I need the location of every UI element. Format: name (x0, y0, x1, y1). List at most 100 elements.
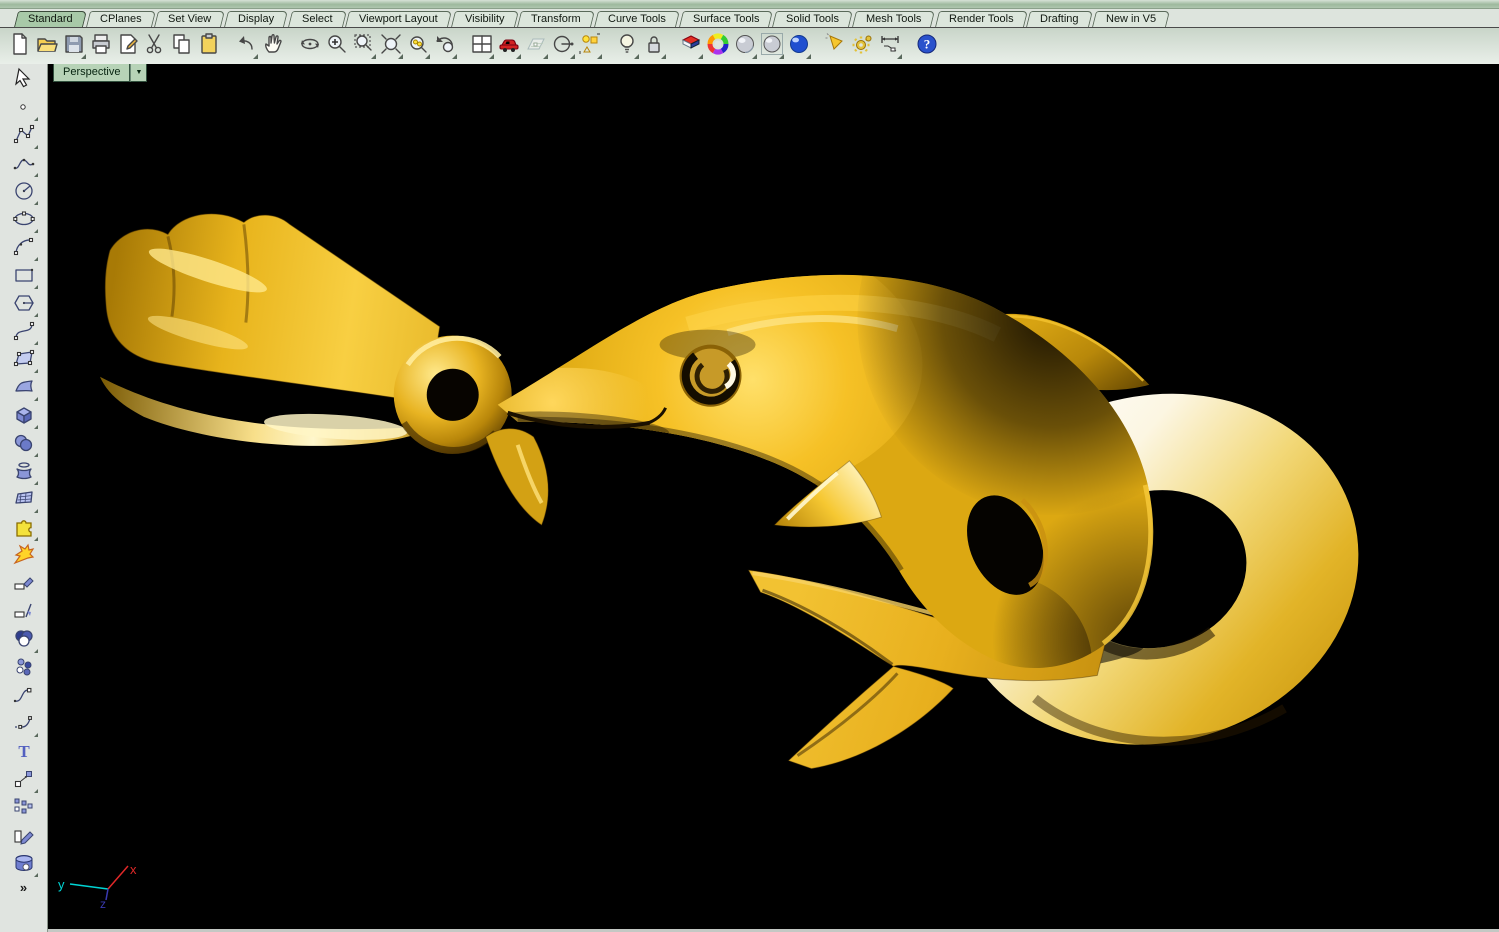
move-tool-button[interactable] (8, 767, 40, 795)
tab-curve-tools[interactable]: Curve Tools (594, 11, 680, 27)
set-cplane-button[interactable] (549, 33, 576, 60)
layer-wedge-button[interactable] (677, 33, 704, 60)
tab-solid-tools[interactable]: Solid Tools (772, 11, 853, 27)
explode-tool-button[interactable] (8, 515, 40, 543)
blend-curve-tool-button[interactable] (8, 683, 40, 711)
tab-select[interactable]: Select (288, 11, 347, 27)
flyout-arrow-icon[interactable] (489, 54, 494, 59)
flyout-arrow-icon[interactable] (34, 537, 38, 541)
flyout-arrow-icon[interactable] (371, 54, 376, 59)
flyout-arrow-icon[interactable] (661, 54, 666, 59)
lamp-button[interactable] (613, 33, 640, 60)
flyout-arrow-icon[interactable] (34, 173, 38, 177)
zoom-in-button[interactable] (323, 33, 350, 60)
flyout-arrow-icon[interactable] (34, 649, 38, 653)
view-car-button[interactable] (495, 33, 522, 60)
select-pointer-tool-button[interactable] (8, 67, 40, 95)
selection-filter-button[interactable] (576, 33, 603, 60)
undo-button[interactable] (232, 33, 259, 60)
extend-curve-tool-button[interactable] (8, 711, 40, 739)
tab-cplanes[interactable]: CPlanes (86, 11, 156, 27)
lock-objects-button[interactable] (640, 33, 667, 60)
tab-mesh-tools[interactable]: Mesh Tools (852, 11, 935, 27)
flyout-arrow-icon[interactable] (34, 285, 38, 289)
surface-grid-tool-button[interactable] (8, 347, 40, 375)
tab-set-view[interactable]: Set View (154, 11, 225, 27)
dimension-tools-button[interactable] (876, 33, 903, 60)
polyline-tool-button[interactable] (8, 123, 40, 151)
split-tool-button[interactable] (8, 599, 40, 627)
viewport-dropdown-button[interactable]: ▼ (130, 64, 147, 82)
tab-transform[interactable]: Transform (517, 11, 595, 27)
trim-tool-button[interactable] (8, 571, 40, 599)
viewport-layout-button[interactable] (468, 33, 495, 60)
rendered-viewport-button[interactable] (785, 33, 812, 60)
flyout-arrow-icon[interactable] (752, 54, 757, 59)
flyout-arrow-icon[interactable] (698, 54, 703, 59)
tab-viewport-layout[interactable]: Viewport Layout (345, 11, 452, 27)
flyout-arrow-icon[interactable] (34, 201, 38, 205)
sphere-boolean-tool-button[interactable] (8, 431, 40, 459)
flyout-arrow-icon[interactable] (34, 117, 38, 121)
flyout-arrow-icon[interactable] (425, 54, 430, 59)
more-tools-button[interactable]: » (20, 880, 27, 895)
cplane-inactive-button[interactable] (522, 33, 549, 60)
flyout-arrow-icon[interactable] (398, 54, 403, 59)
flyout-arrow-icon[interactable] (253, 54, 258, 59)
ghosted-viewport-button[interactable] (758, 33, 785, 60)
rectangle-tool-button[interactable] (8, 263, 40, 291)
flyout-arrow-icon[interactable] (779, 54, 784, 59)
solid-box-tool-button[interactable] (8, 851, 40, 879)
flyout-arrow-icon[interactable] (34, 481, 38, 485)
box-tool-button[interactable] (8, 403, 40, 431)
shaded-viewport-button[interactable] (731, 33, 758, 60)
flyout-arrow-icon[interactable] (34, 509, 38, 513)
solid-pen-tool-button[interactable] (8, 823, 40, 851)
undo-view-change-button[interactable] (431, 33, 458, 60)
color-wheel-button[interactable] (704, 33, 731, 60)
tab-drafting[interactable]: Drafting (1026, 11, 1093, 27)
flyout-arrow-icon[interactable] (570, 54, 575, 59)
flyout-arrow-icon[interactable] (34, 397, 38, 401)
tab-new-in-v5[interactable]: New in V5 (1092, 11, 1170, 27)
render-cone-button[interactable] (822, 33, 849, 60)
pan-button[interactable] (259, 33, 286, 60)
flyout-arrow-icon[interactable] (34, 733, 38, 737)
flyout-arrow-icon[interactable] (806, 54, 811, 59)
save-button[interactable] (60, 33, 87, 60)
print-button[interactable] (87, 33, 114, 60)
tab-standard[interactable]: Standard (14, 11, 87, 27)
zoom-extents-button[interactable] (377, 33, 404, 60)
flyout-arrow-icon[interactable] (34, 145, 38, 149)
fillet-burst-tool-button[interactable] (8, 543, 40, 571)
surface-patch-tool-button[interactable] (8, 375, 40, 403)
zoom-window-button[interactable] (350, 33, 377, 60)
flyout-arrow-icon[interactable] (543, 54, 548, 59)
flyout-arrow-icon[interactable] (34, 341, 38, 345)
array-tool-button[interactable] (8, 795, 40, 823)
flyout-arrow-icon[interactable] (34, 313, 38, 317)
arc-tool-button[interactable] (8, 235, 40, 263)
flyout-arrow-icon[interactable] (34, 453, 38, 457)
open-file-button[interactable] (33, 33, 60, 60)
rotate-view-button[interactable] (296, 33, 323, 60)
tab-surface-tools[interactable]: Surface Tools (679, 11, 773, 27)
ellipse-tool-button[interactable] (8, 207, 40, 235)
new-file-button[interactable] (6, 33, 33, 60)
tab-visibility[interactable]: Visibility (451, 11, 519, 27)
mesh-tool-button[interactable] (8, 487, 40, 515)
options-gears-button[interactable] (849, 33, 876, 60)
perspective-viewport[interactable]: Perspective ▼ (48, 64, 1499, 932)
export-annotate-button[interactable] (114, 33, 141, 60)
polygon-tool-button[interactable] (8, 291, 40, 319)
flyout-arrow-icon[interactable] (34, 229, 38, 233)
tab-display[interactable]: Display (224, 11, 288, 27)
boolean-union-tool-button[interactable] (8, 627, 40, 655)
interp-curve-tool-button[interactable] (8, 151, 40, 179)
flyout-arrow-icon[interactable] (452, 54, 457, 59)
paste-button[interactable] (195, 33, 222, 60)
flyout-arrow-icon[interactable] (634, 54, 639, 59)
flyout-arrow-icon[interactable] (81, 54, 86, 59)
group-points-tool-button[interactable] (8, 655, 40, 683)
circle-tool-button[interactable] (8, 179, 40, 207)
